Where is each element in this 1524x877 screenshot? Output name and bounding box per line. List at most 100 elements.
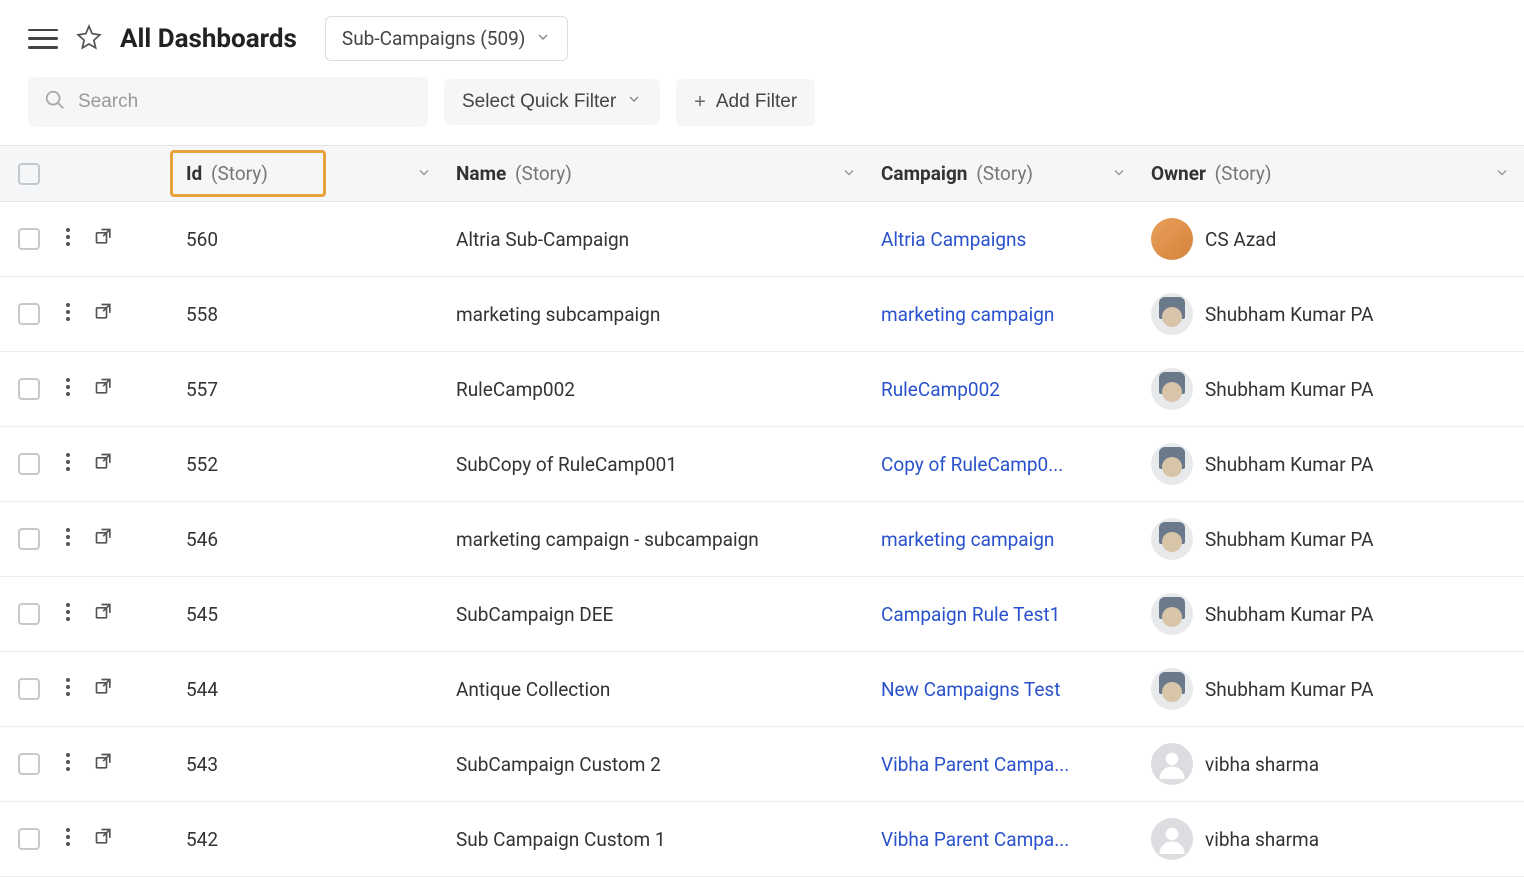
cell-name: Altria Sub-Campaign xyxy=(446,202,871,277)
row-checkbox[interactable] xyxy=(18,828,40,850)
owner-name: Shubham Kumar PA xyxy=(1205,378,1374,401)
cell-id: 552 xyxy=(176,427,446,502)
more-icon[interactable] xyxy=(66,303,70,326)
filter-toolbar: Select Quick Filter + Add Filter xyxy=(0,77,1524,145)
owner-name: Shubham Kumar PA xyxy=(1205,453,1374,476)
more-icon[interactable] xyxy=(66,678,70,701)
cell-id: 544 xyxy=(176,652,446,727)
campaign-link[interactable]: Campaign Rule Test1 xyxy=(881,603,1111,626)
chevron-down-icon[interactable] xyxy=(841,162,857,185)
open-icon[interactable] xyxy=(94,302,114,327)
col-campaign-label: Campaign xyxy=(881,162,967,185)
table-row: 546marketing campaign - subcampaignmarke… xyxy=(0,502,1524,577)
menu-toggle[interactable] xyxy=(28,29,58,49)
more-icon[interactable] xyxy=(66,753,70,776)
open-icon[interactable] xyxy=(94,227,114,252)
data-table: Id (Story) Name (Story) Campaign (Story) xyxy=(0,145,1524,877)
column-header-name[interactable]: Name (Story) xyxy=(446,146,871,202)
row-checkbox[interactable] xyxy=(18,753,40,775)
cell-id: 546 xyxy=(176,502,446,577)
chevron-down-icon[interactable] xyxy=(1494,162,1510,185)
quick-filter-button[interactable]: Select Quick Filter xyxy=(444,79,660,125)
row-checkbox[interactable] xyxy=(18,303,40,325)
owner-name: vibha sharma xyxy=(1205,828,1319,851)
column-header-campaign[interactable]: Campaign (Story) xyxy=(871,146,1141,202)
table-row: 560Altria Sub-CampaignAltria CampaignsCS… xyxy=(0,202,1524,277)
open-icon[interactable] xyxy=(94,527,114,552)
row-checkbox[interactable] xyxy=(18,603,40,625)
open-icon[interactable] xyxy=(94,452,114,477)
open-icon[interactable] xyxy=(94,752,114,777)
col-name-subtype: (Story) xyxy=(515,162,572,185)
cell-id: 545 xyxy=(176,577,446,652)
more-icon[interactable] xyxy=(66,228,70,251)
row-checkbox[interactable] xyxy=(18,228,40,250)
cell-name: SubCampaign DEE xyxy=(446,577,871,652)
avatar xyxy=(1151,818,1193,860)
open-icon[interactable] xyxy=(94,827,114,852)
owner-name: Shubham Kumar PA xyxy=(1205,303,1374,326)
row-checkbox[interactable] xyxy=(18,453,40,475)
more-icon[interactable] xyxy=(66,528,70,551)
avatar xyxy=(1151,293,1193,335)
star-icon[interactable] xyxy=(76,24,102,54)
row-checkbox[interactable] xyxy=(18,378,40,400)
campaign-link[interactable]: New Campaigns Test xyxy=(881,678,1111,701)
column-header-owner[interactable]: Owner (Story) xyxy=(1141,146,1524,202)
campaign-link[interactable]: marketing campaign xyxy=(881,528,1111,551)
page-header: All Dashboards Sub-Campaigns (509) xyxy=(0,0,1524,77)
col-owner-label: Owner xyxy=(1151,162,1206,185)
open-icon[interactable] xyxy=(94,602,114,627)
cell-name: Antique Collection xyxy=(446,652,871,727)
col-campaign-subtype: (Story) xyxy=(976,162,1033,185)
campaign-link[interactable]: marketing campaign xyxy=(881,303,1111,326)
cell-name: marketing subcampaign xyxy=(446,277,871,352)
cell-name: SubCopy of RuleCamp001 xyxy=(446,427,871,502)
sub-campaigns-selector[interactable]: Sub-Campaigns (509) xyxy=(325,16,569,61)
avatar xyxy=(1151,518,1193,560)
cell-name: RuleCamp002 xyxy=(446,352,871,427)
campaign-link[interactable]: Altria Campaigns xyxy=(881,228,1111,251)
col-id-subtype: (Story) xyxy=(211,162,268,185)
column-header-id[interactable]: Id (Story) xyxy=(176,146,446,202)
actions-header xyxy=(56,146,176,202)
table-row: 544Antique Collection New Campaigns Test S… xyxy=(0,652,1524,727)
chevron-down-icon[interactable] xyxy=(1111,162,1127,185)
avatar xyxy=(1151,743,1193,785)
add-filter-label: Add Filter xyxy=(716,91,797,113)
chevron-down-icon xyxy=(535,27,551,50)
campaign-link[interactable]: Vibha Parent Campa... xyxy=(881,828,1111,851)
plus-icon: + xyxy=(694,91,706,114)
selector-label: Sub-Campaigns (509) xyxy=(342,27,526,50)
table-row: 542Sub Campaign Custom 1 Vibha Parent Cam… xyxy=(0,802,1524,877)
more-icon[interactable] xyxy=(66,828,70,851)
select-all-header xyxy=(0,146,56,202)
quick-filter-label: Select Quick Filter xyxy=(462,91,616,113)
search-box[interactable] xyxy=(28,77,428,127)
owner-name: vibha sharma xyxy=(1205,753,1319,776)
open-icon[interactable] xyxy=(94,377,114,402)
more-icon[interactable] xyxy=(66,378,70,401)
owner-name: Shubham Kumar PA xyxy=(1205,678,1374,701)
open-icon[interactable] xyxy=(94,677,114,702)
cell-name: SubCampaign Custom 2 xyxy=(446,727,871,802)
row-checkbox[interactable] xyxy=(18,678,40,700)
cell-name: Sub Campaign Custom 1 xyxy=(446,802,871,877)
cell-id: 557 xyxy=(176,352,446,427)
campaign-link[interactable]: Vibha Parent Campa... xyxy=(881,753,1111,776)
search-icon xyxy=(44,89,66,115)
campaign-link[interactable]: Copy of RuleCamp0... xyxy=(881,453,1111,476)
add-filter-button[interactable]: + Add Filter xyxy=(676,79,815,126)
chevron-down-icon[interactable] xyxy=(416,162,432,185)
avatar xyxy=(1151,218,1193,260)
select-all-checkbox[interactable] xyxy=(18,163,40,185)
search-input[interactable] xyxy=(78,91,412,113)
owner-name: Shubham Kumar PA xyxy=(1205,528,1374,551)
col-id-label: Id xyxy=(186,162,202,185)
cell-id: 542 xyxy=(176,802,446,877)
row-checkbox[interactable] xyxy=(18,528,40,550)
campaign-link[interactable]: RuleCamp002 xyxy=(881,378,1111,401)
chevron-down-icon xyxy=(626,91,642,113)
more-icon[interactable] xyxy=(66,453,70,476)
more-icon[interactable] xyxy=(66,603,70,626)
